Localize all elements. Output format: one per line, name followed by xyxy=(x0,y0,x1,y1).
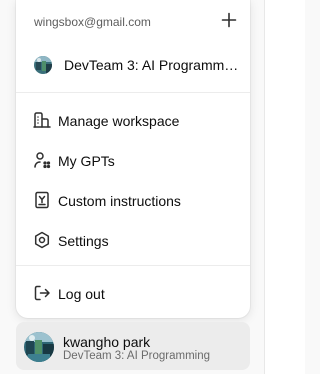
account-menu: wingsbox@gmail.com DevTeam 3: AI Program… xyxy=(16,0,250,318)
logout-icon xyxy=(32,283,52,303)
instructions-icon xyxy=(32,190,52,210)
workspace-avatar-icon xyxy=(34,56,52,74)
custom-instructions-label: Custom instructions xyxy=(58,193,181,209)
profile-button[interactable]: kwangho park DevTeam 3: AI Programming xyxy=(16,322,250,370)
my-gpts-label: My GPTs xyxy=(58,153,115,169)
log-out-item[interactable]: Log out xyxy=(16,278,250,308)
my-gpts-item[interactable]: My GPTs xyxy=(16,145,250,175)
log-out-label: Log out xyxy=(58,286,105,302)
main-content-area xyxy=(265,0,305,374)
settings-item[interactable]: Settings xyxy=(16,225,250,255)
menu-divider xyxy=(16,265,250,266)
plus-icon[interactable] xyxy=(218,9,240,31)
account-email: wingsbox@gmail.com xyxy=(34,15,151,29)
custom-instructions-item[interactable]: Custom instructions xyxy=(16,185,250,215)
user-workspace: DevTeam 3: AI Programming xyxy=(63,350,211,362)
menu-divider xyxy=(16,92,250,93)
gpts-icon xyxy=(32,150,52,170)
workspace-switch-item[interactable]: DevTeam 3: AI Programming xyxy=(16,50,250,80)
manage-workspace-item[interactable]: Manage workspace xyxy=(16,105,250,135)
account-row: wingsbox@gmail.com xyxy=(16,8,250,34)
manage-workspace-label: Manage workspace xyxy=(58,113,180,129)
settings-label: Settings xyxy=(58,233,109,249)
user-avatar-icon xyxy=(24,332,54,362)
gear-icon xyxy=(32,230,52,250)
building-icon xyxy=(32,110,52,130)
workspace-name: DevTeam 3: AI Programming xyxy=(64,57,240,73)
user-name: kwangho park xyxy=(63,334,151,350)
